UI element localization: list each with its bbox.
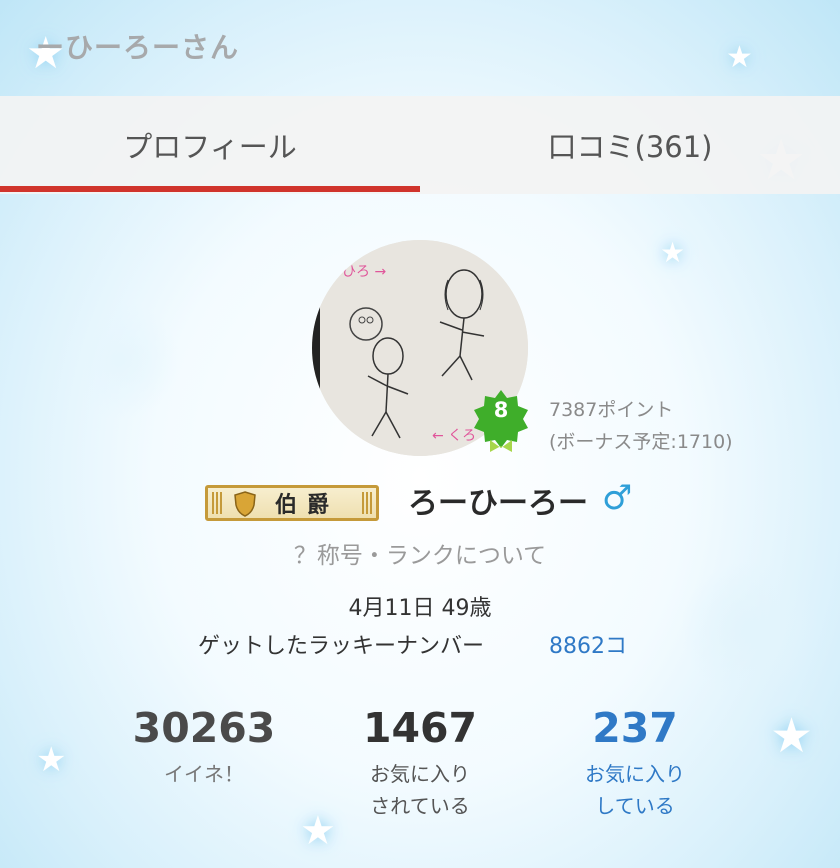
stat-label: お気に入り されている <box>370 762 470 818</box>
tab-bar: プロフィール 口コミ(361) <box>0 96 840 194</box>
stat-favorited-by[interactable]: 1467 お気に入り されている <box>320 702 520 822</box>
level-number: 8 <box>493 398 509 422</box>
rank-badge[interactable]: 伯爵 <box>205 485 379 521</box>
active-tab-indicator <box>0 186 420 192</box>
username: ろーひーろー <box>408 486 588 521</box>
stat-favoriting[interactable]: 237 お気に入り している <box>535 702 735 822</box>
stat-likes[interactable]: 30263 イイネ！ <box>104 702 304 790</box>
lucky-number-label: ゲットしたラッキーナンバー <box>198 634 485 659</box>
star-sparkle-icon: ★ <box>726 40 753 75</box>
rank-about-link[interactable]: ？称号・ランクについて <box>0 536 840 570</box>
tab-reviews[interactable]: 口コミ(361) <box>420 96 840 194</box>
points-total: 7387ポイント <box>549 399 674 421</box>
tab-profile[interactable]: プロフィール <box>0 96 420 194</box>
star-sparkle-icon: ★ <box>770 708 814 764</box>
rank-title: 伯爵 <box>274 493 339 518</box>
stat-label: お気に入り している <box>585 762 685 818</box>
stat-label: イイネ！ <box>164 762 244 786</box>
stat-value: 30263 <box>132 704 276 752</box>
decor-bubble <box>680 560 820 700</box>
star-sparkle-icon: ★ <box>36 740 67 780</box>
stat-value: 237 <box>592 704 678 752</box>
decor-bubble <box>60 300 180 420</box>
shield-icon <box>234 491 256 517</box>
bonus-points: (ボーナス予定:1710) <box>549 431 733 453</box>
page-title: ーひーろーさん <box>36 31 240 64</box>
points-info: 7387ポイント (ボーナス予定:1710) <box>549 394 733 458</box>
star-sparkle-icon: ★ <box>660 236 686 269</box>
male-symbol-icon: ♂ <box>602 478 633 518</box>
lucky-number-count[interactable]: 8862コ <box>549 628 627 660</box>
svg-text:ひろ →: ひろ → <box>342 264 386 280</box>
birthday-age: 4月11日 49歳 <box>348 596 492 621</box>
stat-value: 1467 <box>362 704 478 752</box>
